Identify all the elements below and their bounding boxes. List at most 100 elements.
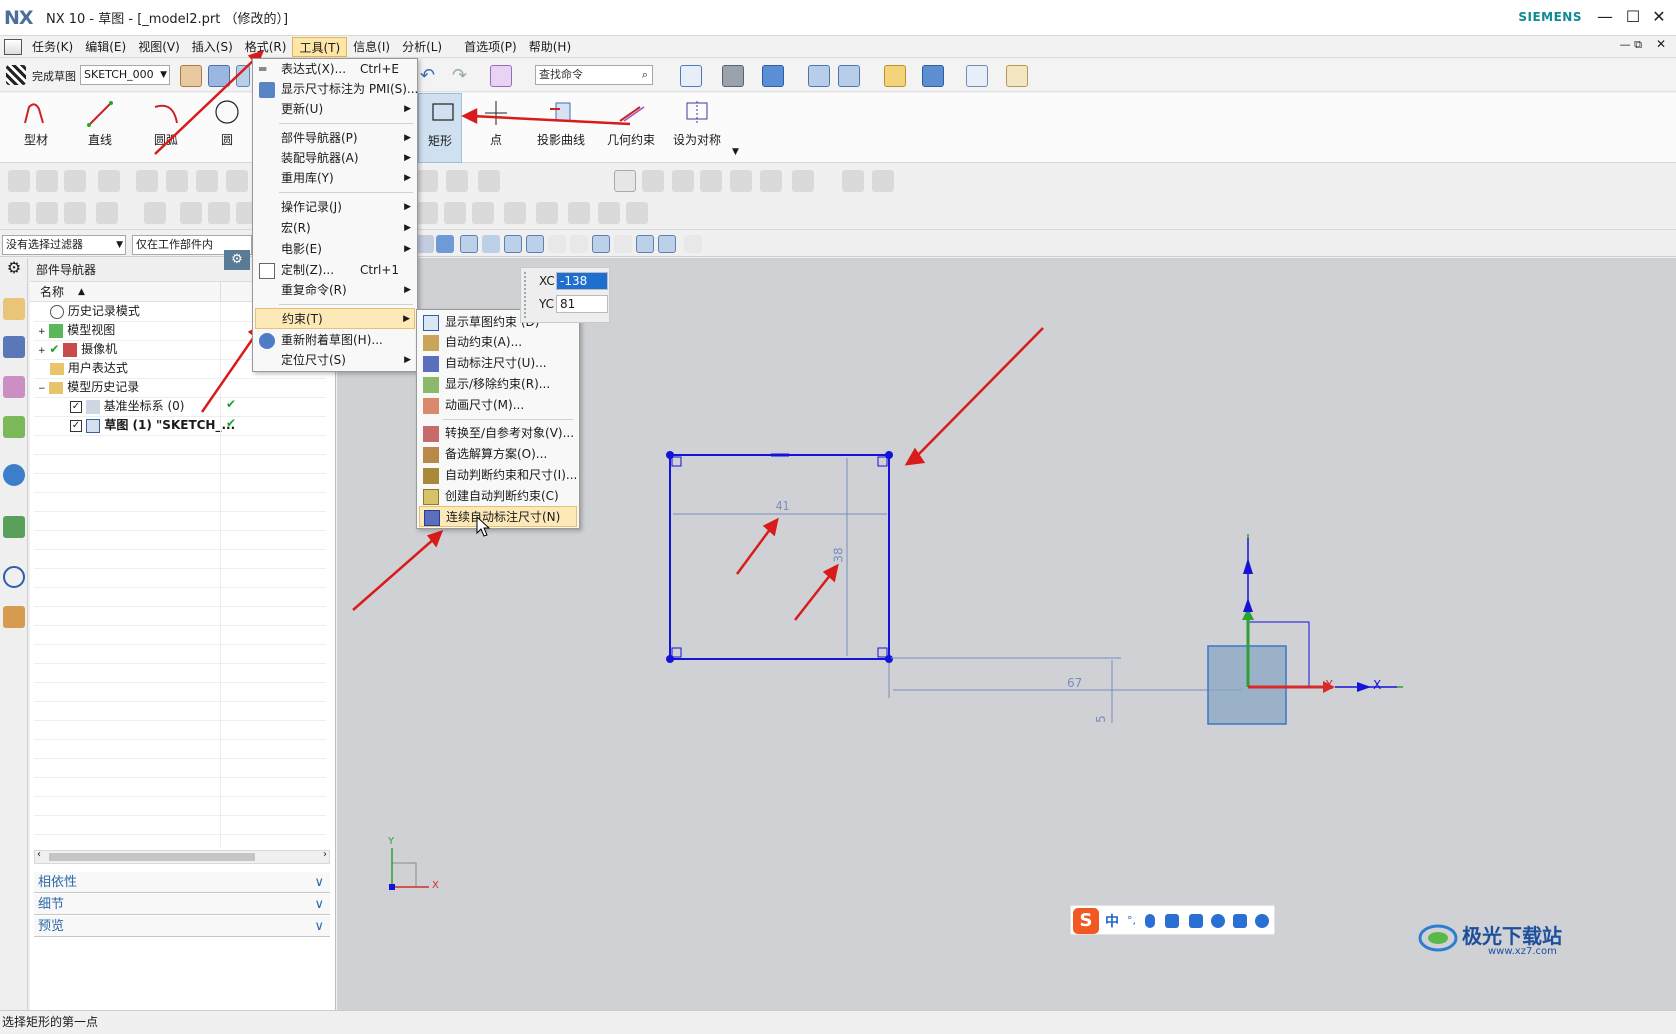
sort-asc-icon[interactable]: ▲ [78,282,85,302]
section-dependencies[interactable]: 相依性 ∨ [34,872,330,893]
snap-toolbar-icon[interactable] [684,235,702,253]
triangle-icon[interactable] [614,170,636,192]
orient-icon[interactable] [236,65,250,87]
menu-item-constraints[interactable]: 约束(T) ▶ [255,308,415,329]
arc-button[interactable]: 圆弧 [134,93,198,163]
menu-tools[interactable]: 工具(T) [292,36,348,57]
render-style-icon[interactable] [722,65,744,87]
point-button[interactable]: 点 [464,93,528,163]
submenu-item-alternate-solution[interactable]: 备选解算方案(O)... [419,444,577,465]
menu-item-expression[interactable]: ═ 表达式(X)... Ctrl+E [255,59,415,80]
expand-icon[interactable]: + [38,346,46,356]
menu-insert[interactable]: 插入(S) [186,37,239,57]
toolbar-icon[interactable] [180,202,202,224]
reuse-library-icon[interactable] [3,416,25,438]
tree-item-model-views[interactable]: + 模型视图 [38,321,115,340]
yc-field[interactable]: 81 [556,295,608,313]
horizontal-scrollbar[interactable]: ‹ › [34,849,330,864]
emoji-icon[interactable] [1211,914,1225,928]
toolbar-icon[interactable] [64,202,86,224]
toolbar-icon[interactable] [98,170,120,192]
column-name-header[interactable]: 名称 [40,285,64,299]
restore-down-icon[interactable]: — ⧉ [1620,38,1642,52]
submenu-item-convert-reference[interactable]: 转换至/自参考对象(V)... [419,423,577,444]
submenu-item-auto-constrain[interactable]: 自动约束(A)... [419,332,577,353]
grid-icon[interactable] [966,65,988,87]
tree-item-cameras[interactable]: + ✔ 摄像机 [38,340,117,359]
drag-handle[interactable] [524,272,530,318]
dimension-offset-x-label[interactable]: 67 [1067,676,1082,690]
microphone-icon[interactable] [1145,914,1155,928]
command-finder-icon[interactable] [490,65,512,87]
sogou-logo[interactable]: S [1073,908,1099,934]
hd3d-tools-icon[interactable] [3,464,25,486]
part-navigator-icon[interactable] [3,298,25,320]
submenu-item-create-inferred-constraints[interactable]: 创建自动判断约束(C) [419,486,577,507]
submenu-item-continuous-auto-dimension[interactable]: 连续自动标注尺寸(N) [419,506,577,527]
selection-filter-select[interactable]: 没有选择过滤器 ▼ [2,235,126,255]
dimension-height-label[interactable]: 38 [832,547,846,562]
toolbar-icon[interactable] [444,202,466,224]
menu-analysis[interactable]: 分析(L) [396,37,448,57]
skin-icon[interactable] [1189,914,1203,928]
minimize-button[interactable]: — [1594,6,1616,28]
menu-item-customize[interactable]: 定制(Z)... Ctrl+1 [255,260,415,281]
menu-item-part-navigator[interactable]: 部件导航器(P) ▶ [255,128,415,149]
dimension-width-label[interactable]: 41 [776,499,790,513]
checkbox-checked[interactable]: ✓ [70,419,82,432]
menu-task[interactable]: 任务(K) [26,37,79,57]
menu-format[interactable]: 格式(R) [239,37,293,57]
sketch-rectangle[interactable] [669,454,890,660]
assembly-navigator-icon[interactable] [3,336,25,358]
tree-item-datum-csys[interactable]: ✓ 基准坐标系 (0) [70,397,184,416]
toolbar-icon[interactable] [446,170,468,192]
menu-item-reattach-sketch[interactable]: 重新附着草图(H)... [255,330,415,351]
toolbar-icon[interactable] [536,202,558,224]
selection-icon[interactable] [922,65,944,87]
menu-item-reuse-library[interactable]: 重用库(Y) ▶ [255,168,415,189]
redo-icon[interactable]: ↷ [452,66,474,88]
close-button[interactable]: ✕ [1648,6,1670,28]
expand-icon[interactable]: + [38,327,46,337]
ribbon-more-icon[interactable]: ▼ [732,147,739,157]
menu-edit[interactable]: 编辑(E) [79,37,132,57]
shaded-cube-icon[interactable] [762,65,784,87]
toolbar-icon[interactable] [598,202,620,224]
dimension-offset-y-label[interactable]: 5 [1094,715,1108,723]
menu-item-pmi[interactable]: 显示尺寸标注为 PMI(S)... [255,79,418,100]
menu-item-repeat-command[interactable]: 重复命令(R) ▶ [255,280,415,301]
toolbar-icon[interactable] [136,170,158,192]
make-symmetric-button[interactable]: 设为对称 [664,93,730,163]
menu-item-assembly-navigator[interactable]: 装配导航器(A) ▶ [255,148,415,169]
toolbar-icon[interactable] [96,202,118,224]
corner-point[interactable] [885,655,893,663]
menu-preferences[interactable]: 首选项(P) [458,37,523,57]
toolbar-icon[interactable] [64,170,86,192]
toolbar-icon[interactable] [730,170,752,192]
section-details[interactable]: 细节 ∨ [34,894,330,915]
snap-toolbar-icon[interactable] [436,235,454,253]
sketch-name-select[interactable]: SKETCH_000 ▼ [80,65,170,85]
view-sketch-icon[interactable] [208,65,230,87]
tree-item-sketch[interactable]: ✓ 草图 (1) "SKETCH_... [70,416,235,435]
tree-item-user-expressions[interactable]: 用户表达式 [50,359,128,378]
fit-view-icon[interactable] [680,65,702,87]
toolbar-icon[interactable] [626,202,648,224]
line-button[interactable]: 直线 [68,93,132,163]
checkbox-checked[interactable]: ✓ [70,400,82,413]
settings-icon[interactable] [1255,914,1269,928]
finish-sketch-label[interactable]: 完成草图 [32,68,76,84]
submenu-item-inferred-constraints[interactable]: 自动判断约束和尺寸(I)... [419,465,577,486]
menu-item-macro[interactable]: 宏(R) ▶ [255,218,415,239]
toolbar-icon[interactable] [8,202,30,224]
toolbar-icon[interactable] [504,202,526,224]
submenu-item-show-remove-constraints[interactable]: 显示/移除约束(R)... [419,374,577,395]
snap-toolbar-icon[interactable] [636,235,654,253]
roles-icon[interactable] [3,606,25,628]
tree-item-history-mode[interactable]: 历史记录模式 [50,302,140,321]
toolbar-icon[interactable] [792,170,814,192]
undo-icon[interactable]: ↶ [420,66,442,88]
app-menu-icon[interactable] [4,38,22,55]
snap-toolbar-icon[interactable] [592,235,610,253]
snap-toolbar-icon[interactable] [526,235,544,253]
